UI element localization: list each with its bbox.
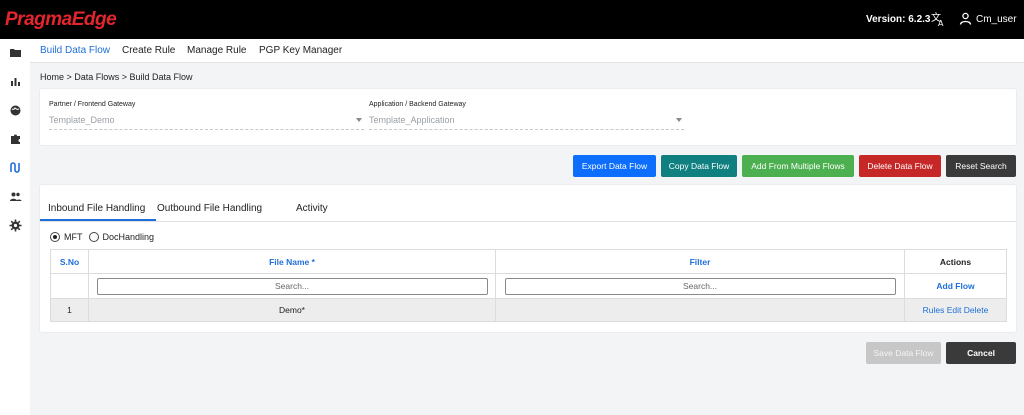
top-bar: PragmaEdge Version: 6.2.3 文 A Cm_user bbox=[0, 0, 1024, 39]
save-data-flow-button[interactable]: Save Data Flow bbox=[866, 342, 941, 364]
caret-down-icon bbox=[356, 118, 362, 122]
breadcrumb: Home > Data Flows > Build Data Flow bbox=[40, 72, 193, 82]
application-selector[interactable]: Application / Backend Gateway Template_A… bbox=[369, 101, 684, 130]
col-header-file-name[interactable]: File Name * bbox=[88, 249, 496, 274]
add-from-multiple-flows-button[interactable]: Add From Multiple Flows bbox=[742, 155, 854, 177]
radio-dochandling-label: DocHandling bbox=[102, 231, 155, 242]
tab-outbound-file-handling[interactable]: Outbound File Handling bbox=[157, 203, 262, 214]
translate-icon[interactable]: 文 A bbox=[930, 11, 946, 27]
rules-link[interactable]: Rules bbox=[923, 305, 945, 315]
delete-data-flow-button[interactable]: Delete Data Flow bbox=[859, 155, 941, 177]
folder-icon[interactable] bbox=[9, 46, 22, 59]
table-header-row: S.No File Name * Filter Actions bbox=[50, 249, 1007, 274]
handling-type-radios: MFT DocHandling bbox=[50, 231, 154, 242]
file-handling-card: Inbound File Handling Outbound File Hand… bbox=[40, 185, 1016, 332]
table-cell bbox=[50, 273, 89, 299]
active-tab-indicator bbox=[40, 219, 156, 221]
nav-create-rule[interactable]: Create Rule bbox=[122, 45, 175, 56]
puzzle-icon[interactable] bbox=[9, 132, 22, 145]
table-cell: Search... bbox=[495, 273, 905, 299]
row-sno: 1 bbox=[50, 298, 89, 322]
gateway-selector-card: Partner / Frontend Gateway Template_Demo… bbox=[40, 89, 1016, 145]
radio-mft[interactable] bbox=[50, 231, 60, 242]
export-data-flow-button[interactable]: Export Data Flow bbox=[573, 155, 656, 177]
username[interactable]: Cm_user bbox=[976, 14, 1017, 25]
tab-inbound-file-handling[interactable]: Inbound File Handling bbox=[48, 203, 145, 214]
partner-selector-label: Partner / Frontend Gateway bbox=[49, 101, 136, 108]
filter-search-input[interactable]: Search... bbox=[504, 277, 896, 295]
table-cell: Add Flow bbox=[904, 273, 1007, 299]
edit-link[interactable]: Edit bbox=[947, 305, 962, 315]
delete-link[interactable]: Delete bbox=[964, 305, 989, 315]
gear-icon[interactable] bbox=[9, 219, 22, 232]
version-label: Version: 6.2.3 bbox=[866, 14, 931, 25]
reset-search-button[interactable]: Reset Search bbox=[946, 155, 1016, 177]
application-selector-label: Application / Backend Gateway bbox=[369, 101, 466, 108]
svg-text:A: A bbox=[938, 19, 944, 27]
copy-data-flow-button[interactable]: Copy Data Flow bbox=[661, 155, 737, 177]
file-flow-table: S.No File Name * Filter Actions Search..… bbox=[50, 249, 1007, 322]
radio-dochandling[interactable] bbox=[88, 231, 99, 242]
table-search-row: Search... Search... Add Flow bbox=[50, 273, 1007, 299]
col-header-actions: Actions bbox=[904, 249, 1007, 274]
flow-icon[interactable] bbox=[9, 161, 22, 174]
sidebar bbox=[0, 39, 30, 415]
col-header-sno: S.No bbox=[50, 249, 89, 274]
top-nav: Build Data Flow Create Rule Manage Rule … bbox=[30, 39, 1024, 63]
caret-down-icon bbox=[676, 118, 682, 122]
table-row: 1 Demo* Rules Edit Delete bbox=[50, 298, 1007, 322]
partner-selector[interactable]: Partner / Frontend Gateway Template_Demo bbox=[49, 101, 364, 130]
application-select-value: Template_Application bbox=[369, 115, 455, 125]
tab-activity[interactable]: Activity bbox=[296, 203, 328, 214]
partner-select[interactable]: Template_Demo bbox=[49, 115, 364, 130]
radio-mft-label: MFT bbox=[64, 231, 83, 242]
partner-select-value: Template_Demo bbox=[49, 115, 115, 125]
nav-build-data-flow[interactable]: Build Data Flow bbox=[40, 45, 110, 56]
brand-logo: PragmaEdge bbox=[5, 9, 117, 30]
users-icon[interactable] bbox=[9, 190, 22, 203]
cancel-button[interactable]: Cancel bbox=[946, 342, 1016, 364]
tab-bar: Inbound File Handling Outbound File Hand… bbox=[40, 185, 1016, 222]
bar-chart-icon[interactable] bbox=[9, 75, 22, 88]
col-header-filter[interactable]: Filter bbox=[495, 249, 905, 274]
row-actions: Rules Edit Delete bbox=[904, 298, 1007, 322]
table-cell: Search... bbox=[88, 273, 496, 299]
add-flow-link[interactable]: Add Flow bbox=[936, 281, 974, 291]
nav-pgp-key-manager[interactable]: PGP Key Manager bbox=[259, 45, 342, 56]
nav-manage-rule[interactable]: Manage Rule bbox=[187, 45, 246, 56]
row-filter bbox=[495, 298, 905, 322]
globe-icon[interactable] bbox=[9, 104, 22, 117]
application-select[interactable]: Template_Application bbox=[369, 115, 684, 130]
row-file-name: Demo* bbox=[88, 298, 496, 322]
file-name-search-input[interactable]: Search... bbox=[96, 277, 488, 295]
user-icon[interactable] bbox=[959, 12, 972, 25]
